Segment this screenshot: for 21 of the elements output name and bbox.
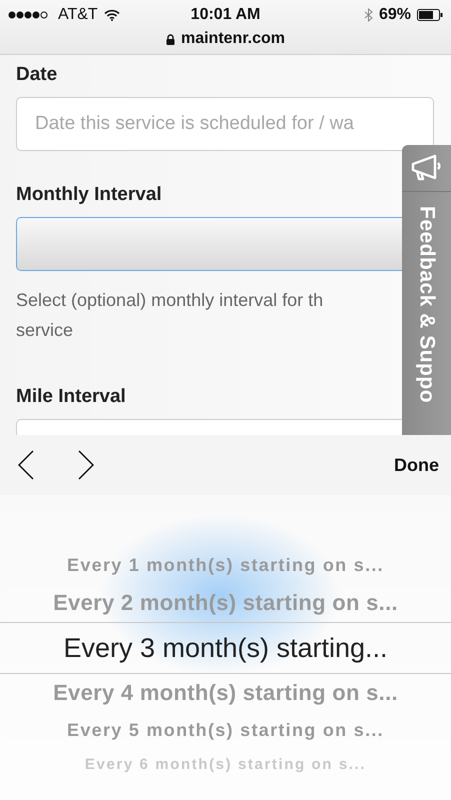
select-field[interactable] xyxy=(16,217,402,271)
field-label: Monthly Interval xyxy=(16,183,163,207)
battery-icon xyxy=(417,9,443,21)
page-url[interactable]: maintenr.com xyxy=(180,30,286,48)
wifi-icon xyxy=(104,9,120,21)
input-field[interactable]: Date this service is scheduled for / wa xyxy=(16,97,434,151)
field-label: Date xyxy=(16,63,58,87)
megaphone-icon xyxy=(410,153,444,183)
picker-option[interactable]: Every 5 month(s) starting on s... xyxy=(67,720,384,741)
picker-option[interactable]: Every 1 month(s) starting on s... xyxy=(67,555,384,576)
picker-option[interactable]: Every 3 month(s) starting... xyxy=(63,632,388,664)
lock-icon xyxy=(166,34,175,44)
carrier-name: AT&T xyxy=(58,6,98,24)
clock-time: 10:01 AM xyxy=(190,6,260,24)
picker-option[interactable]: Every 4 month(s) starting on s... xyxy=(53,680,398,706)
done-button[interactable]: Done xyxy=(394,454,439,476)
help-text: Select (optional) monthly interval for th service xyxy=(16,289,324,342)
feedback-tab[interactable]: Feedback & Suppo xyxy=(402,145,451,435)
battery-percent: 69% xyxy=(378,6,411,24)
bluetooth-icon xyxy=(364,8,373,22)
picker-option[interactable]: Every 2 month(s) starting on s... xyxy=(53,590,398,616)
